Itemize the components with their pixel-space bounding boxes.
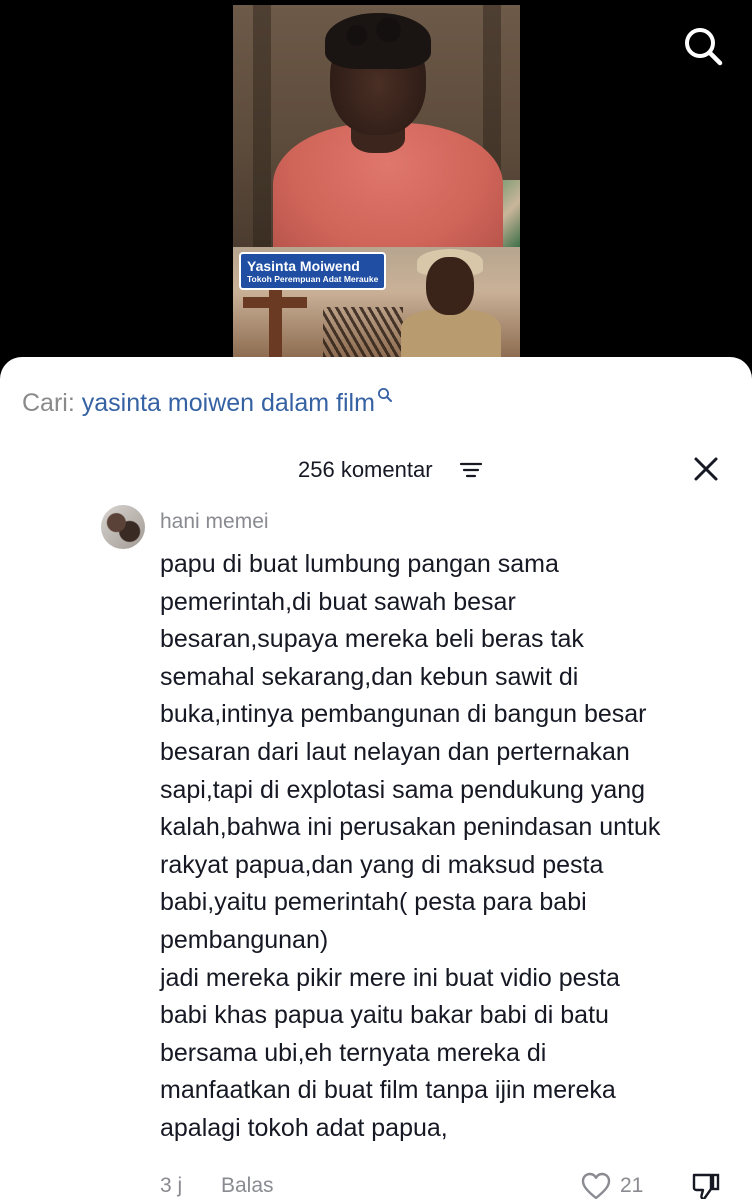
cross-bar xyxy=(243,297,307,308)
feather-headdress xyxy=(323,307,403,357)
search-icon[interactable] xyxy=(682,25,724,67)
comment-line: babi,yaitu pemerintah( pesta para babi xyxy=(160,888,587,917)
thumbs-down-icon[interactable] xyxy=(690,1171,722,1199)
wall-plank xyxy=(253,5,271,247)
comment-line: rakyat papua,dan yang di maksud pesta xyxy=(160,850,604,879)
comment-timestamp: 3 j xyxy=(160,1174,183,1197)
film-figure-head xyxy=(426,257,474,315)
search-suggestion-query[interactable]: yasinta moiwen dalam film xyxy=(82,389,375,417)
filter-lines-icon[interactable] xyxy=(459,461,483,479)
search-suggestion[interactable]: Cari: yasinta moiwen dalam film xyxy=(22,387,393,419)
caption-name: Yasinta Moiwend xyxy=(247,258,360,274)
comment-line: jadi mereka pikir mere ini buat vidio pe… xyxy=(160,963,620,992)
video-scene-interview xyxy=(233,5,520,263)
caption-subtitle: Tokoh Perempuan Adat Merauke xyxy=(247,274,379,284)
video-scene-film-clip: Yasinta Moiwend Tokoh Perempuan Adat Mer… xyxy=(233,247,520,357)
video-frame[interactable]: Yasinta Moiwend Tokoh Perempuan Adat Mer… xyxy=(233,5,520,357)
comment-line: kalah,bahwa ini perusakan penindasan unt… xyxy=(160,813,661,842)
comment-line: babi khas papua yaitu bakar babi di batu xyxy=(160,1001,609,1030)
comment-line: papu di buat lumbung pangan sama xyxy=(160,550,559,578)
comment-line: pemerintah,di buat sawah besar xyxy=(160,587,516,616)
comment-line: besaran,supaya mereka beli beras tak xyxy=(160,625,584,654)
like-count: 21 xyxy=(620,1174,644,1197)
video-caption: Yasinta Moiwend Tokoh Perempuan Adat Mer… xyxy=(239,252,387,290)
comment-line: pembangunan) xyxy=(160,925,329,954)
speaker-hair xyxy=(325,13,431,69)
comment-body: papu di buat lumbung pangan sama pemerin… xyxy=(160,546,745,1148)
reply-button[interactable]: Balas xyxy=(221,1172,274,1199)
video-player[interactable]: Yasinta Moiwend Tokoh Perempuan Adat Mer… xyxy=(0,0,752,380)
comment-username[interactable]: hani memei xyxy=(160,508,269,536)
search-suggestion-label: Cari: xyxy=(22,389,75,417)
comment-line: buka,intinya pembangunan di bangun besar xyxy=(160,700,647,729)
comment-actions: 3 j Balas 21 xyxy=(0,1169,752,1199)
comment-line: semahal sekarang,dan kebun sawit di xyxy=(160,662,579,691)
close-icon[interactable] xyxy=(692,455,720,483)
comment-line: besaran dari laut nelayan dan perternaka… xyxy=(160,737,630,766)
heart-icon[interactable] xyxy=(580,1171,612,1199)
comment-line: manfaatkan di buat film tanpa ijin merek… xyxy=(160,1076,616,1105)
film-figure-body xyxy=(401,309,501,357)
avatar[interactable] xyxy=(101,505,145,549)
comment-line: bersama ubi,eh ternyata mereka di xyxy=(160,1038,547,1067)
comment-line: apalagi tokoh adat papua, xyxy=(160,1113,448,1142)
search-icon xyxy=(377,388,392,402)
comments-header: 256 komentar xyxy=(0,455,752,487)
comments-sheet: Cari: yasinta moiwen dalam film 256 kome… xyxy=(0,357,752,1199)
comment-line: sapi,tapi di explotasi sama pendukung ya… xyxy=(160,775,646,804)
comment-count: 256 komentar xyxy=(298,457,433,482)
